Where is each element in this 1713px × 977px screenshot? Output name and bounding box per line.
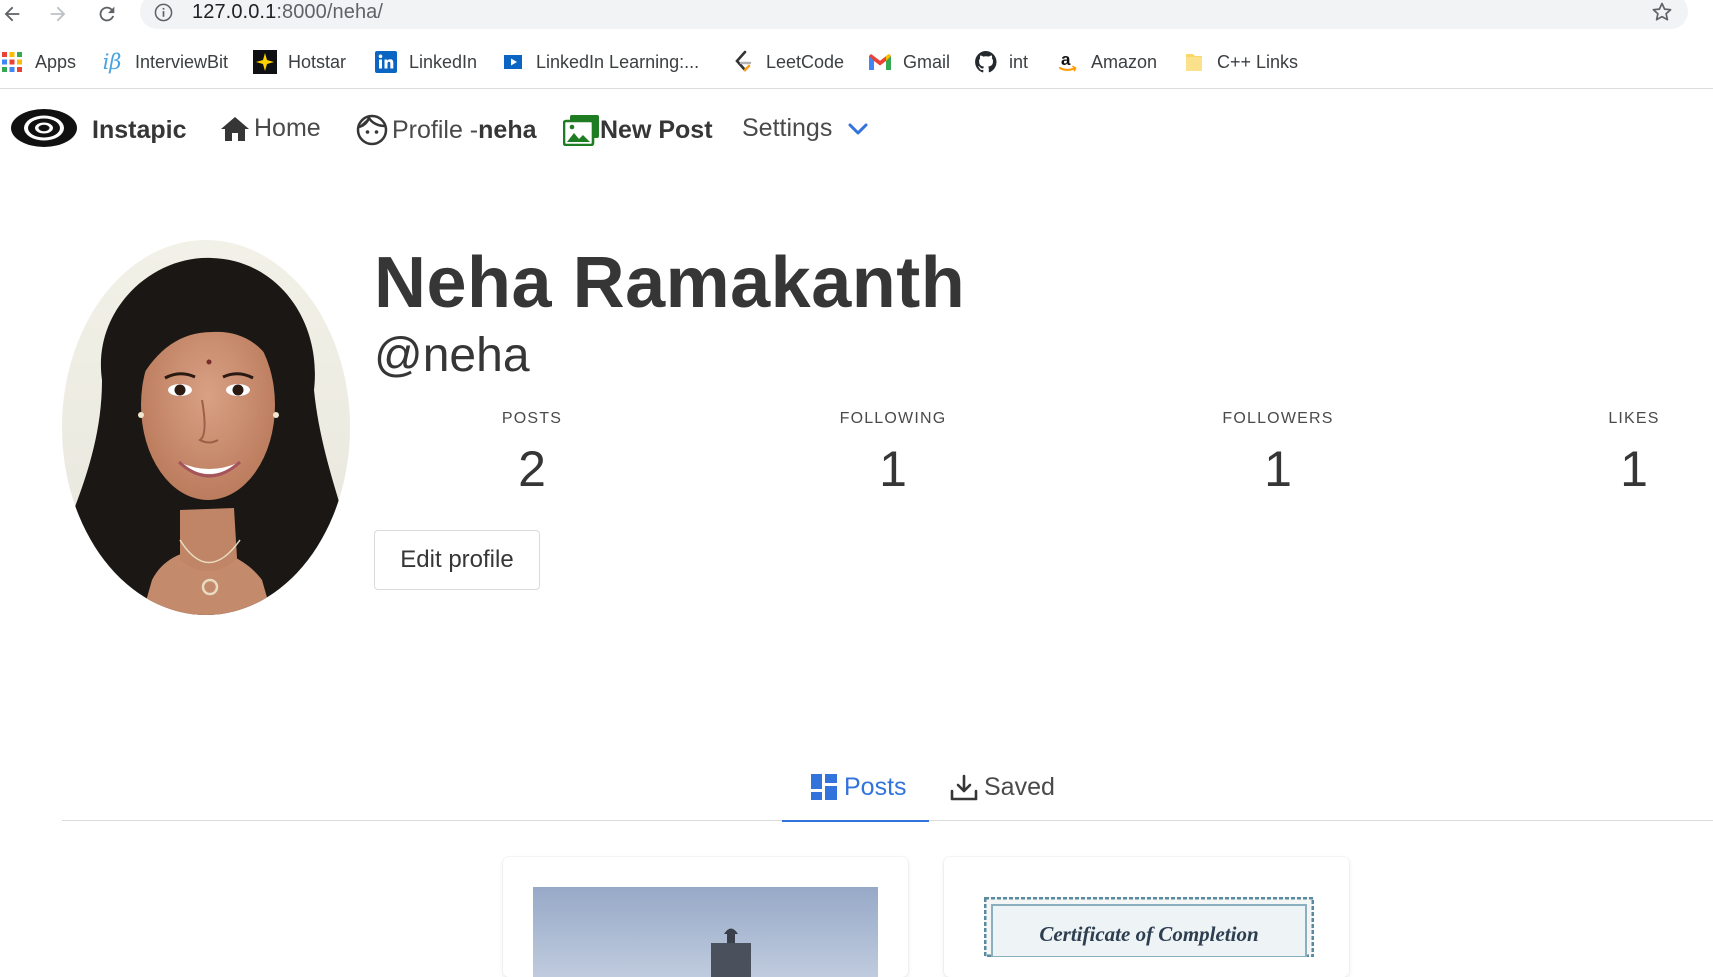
forward-arrow-icon[interactable] xyxy=(46,2,70,26)
nav-profile-username: neha xyxy=(478,115,537,144)
nav-home-label: Home xyxy=(254,114,321,142)
post-card[interactable] xyxy=(503,857,908,977)
bookmark-label: C++ Links xyxy=(1217,51,1299,72)
bookmark-label: Gmail xyxy=(903,51,951,72)
bookmark-amazon[interactable]: a Amazon xyxy=(1056,44,1157,80)
browser-address-bar: 127.0.0.1:8000/neha/ xyxy=(0,0,1713,29)
bookmark-label: int xyxy=(1009,51,1029,72)
amazon-icon: a xyxy=(1056,50,1080,74)
gmail-icon xyxy=(868,50,892,74)
info-icon[interactable] xyxy=(154,3,173,22)
bookmark-cpp-links[interactable]: C++ Links xyxy=(1182,44,1298,80)
tab-saved[interactable]: Saved xyxy=(950,760,1055,821)
bookmark-apps[interactable]: Apps xyxy=(0,44,76,80)
certificate-caption: Certificate of Completion xyxy=(1039,922,1259,946)
edit-profile-button[interactable]: Edit profile xyxy=(374,530,540,590)
bookmark-label: LinkedIn xyxy=(409,51,478,72)
bookmark-int[interactable]: int xyxy=(974,44,1028,80)
bookmark-leetcode[interactable]: LeetCode xyxy=(731,44,844,80)
stat-followers[interactable]: FOLLOWERS 1 xyxy=(1178,410,1378,498)
chevron-down-icon xyxy=(848,122,868,136)
face-icon xyxy=(356,114,388,146)
url-path: :8000/neha/ xyxy=(276,1,384,23)
bookmark-label: LeetCode xyxy=(766,51,845,72)
stat-label: LIKES xyxy=(1608,410,1660,427)
stat-following[interactable]: FOLLOWING 1 xyxy=(793,410,993,498)
bookmark-label: LinkedIn Learning:... xyxy=(536,51,700,72)
profile-tabs: Posts Saved xyxy=(62,760,1713,822)
nav-settings-label: Settings xyxy=(742,114,833,142)
post-card[interactable]: Certificate of Completion xyxy=(944,857,1349,977)
post-image xyxy=(533,887,878,977)
app-navbar: Instapic Home Profile - neha New Post Set… xyxy=(0,90,1713,172)
svg-text:a: a xyxy=(1061,50,1071,69)
bookmark-label: Amazon xyxy=(1091,51,1158,72)
instapic-logo-icon[interactable] xyxy=(11,108,77,148)
linkedin-learning-icon xyxy=(501,50,525,74)
apps-grid-icon xyxy=(0,50,24,74)
stat-value: 2 xyxy=(518,441,546,497)
stat-label: POSTS xyxy=(501,410,563,427)
nav-home[interactable]: Home xyxy=(220,114,321,143)
back-arrow-icon[interactable] xyxy=(0,2,24,26)
post-image-certificate: Certificate of Completion xyxy=(984,897,1314,977)
grid-icon xyxy=(810,773,838,801)
nav-profile-prefix: Profile - xyxy=(392,115,479,144)
tab-saved-label: Saved xyxy=(984,773,1055,801)
bookmarks-bar: Apps iβ InterviewBit Hotstar LinkedIn Li… xyxy=(0,44,1713,80)
stat-label: FOLLOWING xyxy=(839,410,947,427)
home-icon xyxy=(220,115,250,143)
images-icon xyxy=(563,114,600,146)
reload-icon[interactable] xyxy=(95,2,119,26)
bookmark-label: InterviewBit xyxy=(135,51,229,72)
stat-label: FOLLOWERS xyxy=(1222,410,1334,427)
chrome-divider xyxy=(0,88,1713,89)
stat-likes: LIKES 1 xyxy=(1534,410,1713,498)
download-icon xyxy=(950,774,978,802)
interviewbit-icon: iβ xyxy=(102,50,122,74)
bookmark-label: Apps xyxy=(35,51,77,72)
avatar xyxy=(62,240,350,615)
nav-new-post[interactable]: New Post xyxy=(563,114,713,146)
bookmark-hotstar[interactable]: Hotstar xyxy=(253,44,346,80)
leetcode-icon xyxy=(731,50,755,74)
linkedin-icon xyxy=(374,50,398,74)
profile-full-name: Neha Ramakanth xyxy=(374,243,966,323)
bookmark-linkedin-learning[interactable]: LinkedIn Learning:... xyxy=(501,44,699,80)
hotstar-icon xyxy=(253,50,277,74)
folder-icon xyxy=(1182,50,1206,74)
github-icon xyxy=(974,50,998,74)
bookmark-linkedin[interactable]: LinkedIn xyxy=(374,44,477,80)
url-text: 127.0.0.1:8000/neha/ xyxy=(192,1,383,24)
brand-name[interactable]: Instapic xyxy=(92,116,186,145)
stat-value: 1 xyxy=(1264,441,1292,497)
url-bar[interactable]: 127.0.0.1:8000/neha/ xyxy=(140,0,1688,29)
tab-posts-label: Posts xyxy=(844,772,907,801)
url-host: 127.0.0.1 xyxy=(192,1,277,23)
nav-settings-dropdown[interactable]: Settings xyxy=(742,114,872,143)
stat-value: 1 xyxy=(879,441,907,497)
stat-posts: POSTS 2 xyxy=(432,410,632,498)
bookmark-label: Hotstar xyxy=(288,51,347,72)
bookmark-gmail[interactable]: Gmail xyxy=(868,44,950,80)
tab-posts[interactable]: Posts xyxy=(782,760,929,822)
profile-handle: @neha xyxy=(374,329,530,382)
stat-value: 1 xyxy=(1620,441,1648,497)
bookmark-star-icon[interactable] xyxy=(1650,0,1674,24)
nav-new-post-label: New Post xyxy=(600,115,713,144)
nav-profile[interactable]: Profile - neha xyxy=(356,114,537,146)
bookmark-interviewbit[interactable]: iβ InterviewBit xyxy=(100,44,228,80)
